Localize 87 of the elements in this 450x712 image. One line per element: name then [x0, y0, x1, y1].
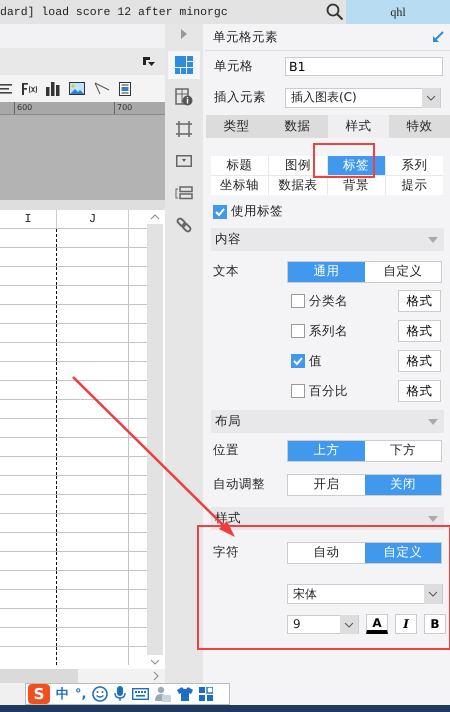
- sub-tab[interactable]: 系列: [386, 156, 443, 175]
- sub-tab[interactable]: 标题: [211, 156, 268, 175]
- log-text: dard] load score 12 after minorgc: [0, 6, 229, 18]
- scrollbar-thumb[interactable]: [0, 669, 78, 683]
- user-tab[interactable]: qhl: [346, 0, 450, 24]
- document-icon[interactable]: [119, 82, 131, 96]
- bold-button[interactable]: B: [424, 614, 446, 634]
- tab[interactable]: 样式: [328, 115, 389, 138]
- frame-icon: [176, 121, 192, 137]
- field-label: 字符: [213, 544, 240, 561]
- size-select[interactable]: 9: [287, 614, 359, 634]
- format-button[interactable]: 格式: [398, 350, 441, 372]
- checkbox[interactable]: [291, 354, 305, 368]
- section-header[interactable]: 内容: [211, 228, 444, 251]
- arrow-icon[interactable]: [432, 31, 444, 43]
- shirt-icon[interactable]: [177, 686, 194, 702]
- italic-button[interactable]: I: [395, 614, 417, 634]
- font-select[interactable]: 宋体: [287, 584, 443, 604]
- field-label: 位置: [213, 442, 240, 459]
- sub-tab[interactable]: 图例: [269, 156, 326, 175]
- grid-icon[interactable]: [199, 687, 214, 701]
- column-header[interactable]: J: [57, 210, 129, 228]
- cell-input[interactable]: B1: [285, 57, 443, 76]
- align-icon[interactable]: [0, 82, 12, 94]
- insert-select[interactable]: 插入图表(C): [285, 88, 441, 108]
- sub-tab[interactable]: 数据表: [269, 176, 326, 195]
- toggle-option[interactable]: 开启: [288, 474, 364, 494]
- input-method-logo[interactable]: S: [28, 684, 50, 704]
- caret-icon: [428, 516, 438, 522]
- formula-icon[interactable]: [21, 82, 37, 96]
- format-button[interactable]: 格式: [398, 380, 441, 402]
- font-color-button[interactable]: A: [366, 614, 388, 634]
- format-button[interactable]: 格式: [398, 320, 441, 342]
- caret-icon: [424, 584, 442, 604]
- section-header[interactable]: 布局: [211, 410, 444, 433]
- ruler-label: 700: [114, 102, 132, 114]
- side-tool-button[interactable]: [168, 51, 200, 79]
- toggle-option[interactable]: 下方: [364, 440, 441, 460]
- toggle-option[interactable]: 自定义: [364, 262, 441, 282]
- toggle-option[interactable]: 自动: [288, 542, 364, 562]
- caret-icon: [340, 614, 358, 634]
- highlight-box: [313, 143, 375, 178]
- image-icon[interactable]: [69, 82, 85, 95]
- ruler-label: 600: [14, 102, 114, 114]
- dropdown-menu-icon[interactable]: [143, 56, 155, 66]
- format-button[interactable]: 格式: [398, 290, 441, 312]
- checkbox-label: 值: [309, 352, 322, 370]
- keyboard-icon[interactable]: [132, 688, 150, 700]
- line-icon[interactable]: [94, 82, 110, 95]
- field-label: 单元格: [214, 58, 254, 75]
- sub-tab[interactable]: 背景: [328, 176, 385, 195]
- link-icon: [176, 217, 192, 233]
- stacked-bars-icon: [175, 186, 193, 200]
- table-info-icon: [175, 88, 193, 106]
- field-label: 插入元素: [214, 89, 267, 106]
- checkbox[interactable]: [291, 324, 305, 338]
- scroll-up-icon[interactable]: [147, 210, 163, 224]
- tab[interactable]: 类型: [206, 115, 267, 138]
- sub-tab[interactable]: 坐标轴: [211, 176, 268, 195]
- scroll-down-icon[interactable]: [147, 655, 163, 669]
- checkbox[interactable]: [213, 204, 227, 218]
- microphone-icon[interactable]: [114, 686, 126, 702]
- tab[interactable]: 特效: [389, 115, 450, 138]
- smiley-icon[interactable]: [92, 686, 108, 702]
- checkbox-label: 分类名: [309, 292, 348, 310]
- caret-icon: [428, 236, 438, 242]
- search-icon[interactable]: [326, 3, 344, 21]
- sub-tab[interactable]: 提示: [386, 176, 443, 195]
- grid-icon: [175, 56, 193, 74]
- checkbox-label: 系列名: [309, 322, 348, 340]
- user-icon[interactable]: [155, 686, 172, 702]
- input-mode-toggle[interactable]: °,: [75, 686, 86, 702]
- checkbox[interactable]: [291, 384, 305, 398]
- checkbox-label: 使用标签: [231, 203, 283, 220]
- panel-title: 单元格元素: [213, 28, 278, 46]
- column-header[interactable]: I: [0, 210, 57, 228]
- tab[interactable]: 数据: [267, 115, 328, 138]
- field-label: 文本: [213, 263, 240, 280]
- bar-chart-icon[interactable]: [46, 82, 60, 96]
- caret-icon: [422, 88, 440, 108]
- field-label: 自动调整: [213, 476, 266, 493]
- checkbox-label: 百分比: [309, 382, 348, 400]
- dropdown-box-icon: [176, 155, 192, 167]
- input-mode-toggle[interactable]: 中: [56, 685, 69, 703]
- caret-icon: [428, 418, 438, 424]
- scrollbar[interactable]: [147, 210, 163, 669]
- checkbox[interactable]: [291, 294, 305, 308]
